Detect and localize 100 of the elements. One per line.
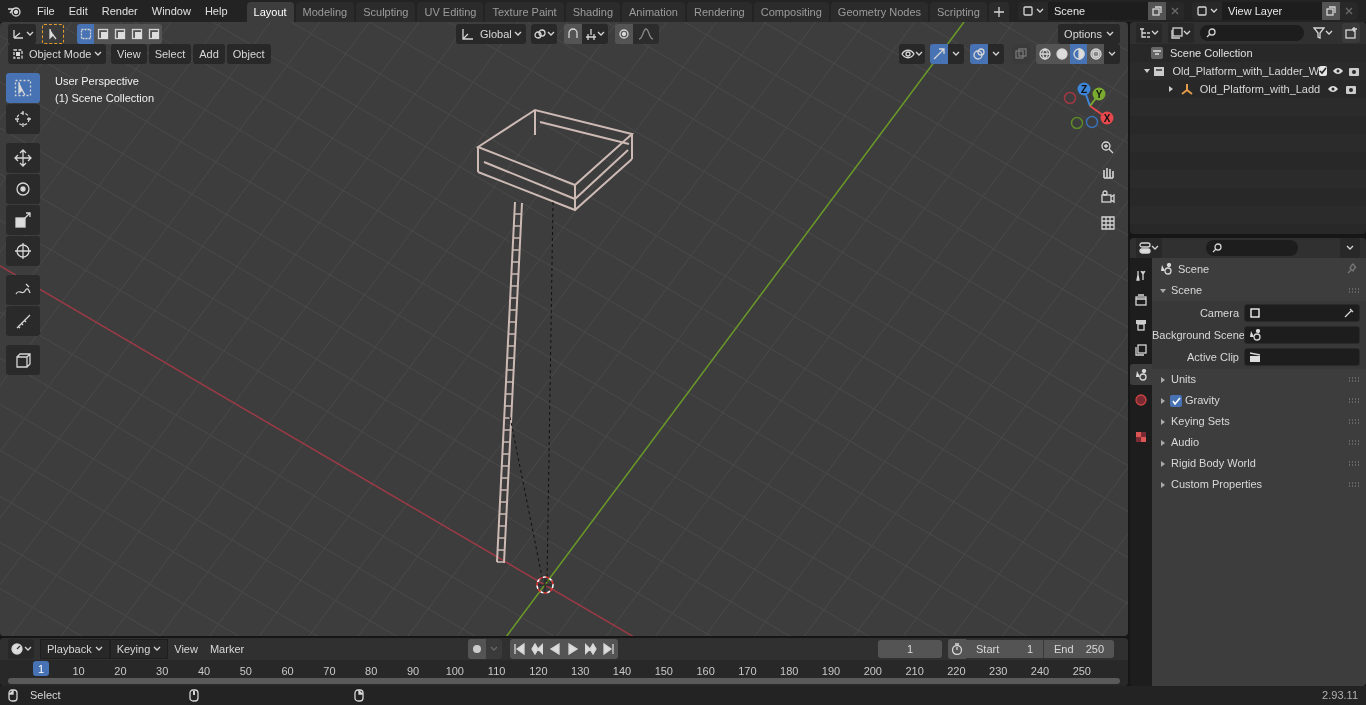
selection-mode-button[interactable] [128,24,145,44]
snap-target-dropdown[interactable] [582,24,608,44]
timeline-menu[interactable]: Keying [109,639,169,660]
outliner-item-label[interactable]: Old_Platform_with_Ladd [1199,80,1321,98]
navigation-gizmo[interactable]: Z Y X [1060,63,1120,129]
shading-mode-button[interactable] [1087,44,1104,64]
duplicate-button[interactable] [1322,2,1340,20]
options-dropdown[interactable]: Options [1058,24,1120,44]
menu-item[interactable]: File [30,1,62,21]
record-button[interactable] [468,639,486,660]
use-preview-range-toggle[interactable] [948,639,966,660]
panel-title[interactable]: Gravity [1185,392,1220,409]
viewport-menu[interactable]: Select [148,44,192,64]
workspace-tab[interactable]: Sculpting [356,2,416,22]
outliner-item-label[interactable]: Old_Platform_with_Ladder_W [1172,62,1320,80]
workspace-tab[interactable]: Compositing [753,2,829,22]
workspace-tab[interactable]: Modeling [295,2,355,22]
playback-button[interactable] [510,639,528,660]
scene-browse-button[interactable] [1018,2,1048,20]
viewport-menu[interactable]: View [111,44,147,64]
panel-title[interactable]: Keying Sets [1171,413,1230,430]
editor-type-button[interactable] [1136,23,1162,43]
current-frame-field[interactable]: 1 [878,640,942,659]
transform-orientation-dropdown[interactable]: Global [456,24,526,44]
current-frame-marker[interactable]: 1 [33,661,50,677]
editor-type-button[interactable] [8,639,34,660]
display-mode-dropdown[interactable] [1168,23,1194,43]
toolbar-tool[interactable] [6,143,40,173]
editor-type-button[interactable] [1136,238,1162,258]
snap-toggle[interactable] [564,24,582,44]
overlays-toggle[interactable] [970,44,988,64]
timeline-menu[interactable]: View [168,639,204,660]
visibility-dropdown[interactable] [899,44,925,64]
toolbar-tool[interactable] [6,306,40,336]
playback-button[interactable] [528,639,546,660]
timeline-menu[interactable]: Playback [40,639,110,660]
start-frame-field[interactable]: Start 1 [966,640,1044,659]
shading-mode-button[interactable] [1053,44,1070,64]
selection-mode-button[interactable] [145,24,162,44]
gizmo-toggle[interactable] [930,44,948,64]
view-layer-field[interactable]: View Layer [1222,2,1322,20]
panel-title[interactable]: Rigid Body World [1171,455,1256,472]
falloff-dropdown[interactable] [633,24,659,44]
workspace-tab[interactable]: Geometry Nodes [830,2,928,22]
duplicate-button[interactable] [1148,2,1166,20]
tool-settings-button[interactable] [42,24,64,44]
object-picker-field[interactable] [1244,348,1360,366]
selection-mode-button[interactable] [94,24,111,44]
gizmo-dropdown[interactable] [948,44,964,64]
menu-item[interactable]: Help [197,1,235,21]
workspace-tab[interactable]: Shading [565,2,621,22]
toolbar-tool[interactable] [6,236,40,266]
view-layer-browse-button[interactable] [1192,2,1222,20]
exclude-checkbox[interactable] [1319,66,1328,76]
add-workspace-button[interactable] [988,2,1009,22]
workspace-tab[interactable]: Rendering [686,2,752,22]
shading-mode-button[interactable] [1036,44,1053,64]
overlays-dropdown[interactable] [988,44,1004,64]
object-picker-field[interactable] [1244,304,1360,322]
panel-checkbox[interactable] [1170,394,1182,407]
outliner-item-label[interactable]: Scene Collection [1170,44,1253,62]
object-picker-field[interactable] [1244,326,1360,344]
properties-tab[interactable] [1130,364,1152,385]
playback-button[interactable] [600,639,618,660]
workspace-tab[interactable]: UV Editing [417,2,484,22]
shading-dropdown[interactable] [1104,44,1120,64]
workspace-tab[interactable]: Scripting [930,2,987,22]
workspace-tab[interactable]: Layout [246,2,294,22]
proportional-edit-toggle[interactable] [615,24,633,44]
menu-item[interactable]: Render [94,1,145,21]
new-collection-button[interactable] [1342,23,1360,43]
shading-mode-button[interactable] [1070,44,1087,64]
search-field[interactable] [1200,25,1304,41]
panel-title[interactable]: Units [1171,371,1197,388]
playback-button[interactable] [546,639,564,660]
selection-mode-button[interactable] [111,24,128,44]
editor-type-button[interactable] [8,24,36,44]
options-dropdown[interactable] [1340,238,1360,258]
menu-item[interactable]: Edit [61,1,95,21]
playback-button[interactable] [564,639,582,660]
workspace-tab[interactable]: Texture Paint [485,2,564,22]
panel-title[interactable]: Custom Properties [1171,476,1263,493]
scene-field[interactable]: Scene [1048,2,1148,20]
menu-item[interactable]: Window [144,1,198,21]
mode-dropdown[interactable]: Object Mode [8,44,106,64]
toolbar-tool[interactable] [6,275,40,305]
panel-title[interactable]: Scene [1171,282,1203,299]
toolbar-tool[interactable] [6,104,40,134]
toolbar-tool[interactable] [6,174,40,204]
toolbar-tool[interactable] [6,205,40,235]
search-field[interactable] [1206,240,1298,256]
timeline-scrollbar[interactable] [8,678,1120,685]
end-frame-field[interactable]: End 250 [1044,640,1114,659]
panel-title[interactable]: Audio [1171,434,1200,451]
viewport-menu[interactable]: Add [193,44,225,64]
pivot-dropdown[interactable] [531,24,557,44]
selection-mode-button[interactable] [77,24,94,44]
timeline-menu[interactable]: Marker [203,639,251,660]
playback-button[interactable] [582,639,600,660]
viewport-menu[interactable]: Object [226,44,271,64]
